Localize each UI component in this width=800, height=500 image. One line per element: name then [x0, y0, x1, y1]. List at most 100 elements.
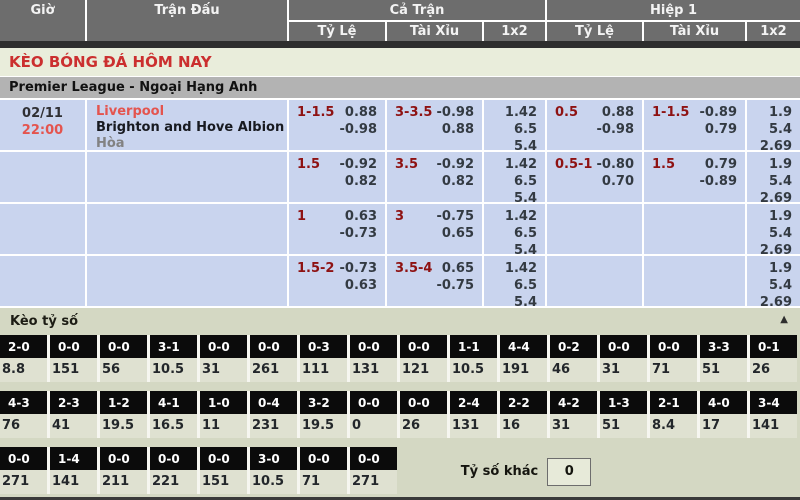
odds-value[interactable]: 2.69	[760, 294, 792, 306]
odds-value[interactable]: 0.88	[442, 121, 474, 138]
odds-value[interactable]: 1.42	[505, 156, 537, 173]
score-odds[interactable]: 71	[300, 470, 347, 494]
score-odds[interactable]: 31	[600, 358, 647, 382]
ft-1x2-cell[interactable]: 1.42 6.5 5.4	[484, 204, 545, 254]
odds-value[interactable]: 1.9	[769, 208, 792, 225]
score-label[interactable]: 1-0	[200, 391, 247, 414]
odds-value[interactable]: 6.5	[514, 173, 537, 190]
score-cell[interactable]: 4-3 76	[0, 391, 47, 438]
score-label[interactable]: 0-0	[200, 447, 247, 470]
score-odds[interactable]: 19.5	[300, 414, 347, 438]
score-label[interactable]: 3-2	[300, 391, 347, 414]
odds-value[interactable]: 0.65	[442, 260, 474, 277]
score-cell[interactable]: 0-2 46	[550, 335, 597, 382]
score-odds[interactable]: 16.5	[150, 414, 197, 438]
odds-value[interactable]: -0.75	[437, 208, 474, 225]
score-odds[interactable]: 131	[450, 414, 497, 438]
odds-value[interactable]: 5.4	[769, 173, 792, 190]
score-label[interactable]: 0-0	[650, 335, 697, 358]
odds-value[interactable]: 1.42	[505, 260, 537, 277]
score-odds[interactable]: 17	[700, 414, 747, 438]
score-cell[interactable]: 0-0 31	[600, 335, 647, 382]
score-label[interactable]: 3-3	[700, 335, 747, 358]
score-cell[interactable]: 0-0 131	[350, 335, 397, 382]
odds-value[interactable]: 1.9	[769, 260, 792, 277]
ft-handicap-cell[interactable]: 1.5 -0.92 0.82	[289, 152, 385, 202]
h1-1x2-cell[interactable]: 1.9 5.4 2.69	[747, 100, 800, 150]
odds-value[interactable]: 2.69	[760, 138, 792, 150]
score-cell[interactable]: 1-1 10.5	[450, 335, 497, 382]
score-label[interactable]: 1-2	[100, 391, 147, 414]
other-score-odds-box[interactable]: 0	[547, 458, 591, 486]
score-odds[interactable]: 10.5	[450, 358, 497, 382]
score-label[interactable]: 0-3	[300, 335, 347, 358]
odds-value[interactable]: -0.75	[437, 277, 474, 294]
score-label[interactable]: 2-1	[650, 391, 697, 414]
odds-value[interactable]: -0.92	[340, 156, 377, 173]
score-odds[interactable]: 111	[300, 358, 347, 382]
score-cell[interactable]: 3-3 51	[700, 335, 747, 382]
score-cell[interactable]: 4-2 31	[550, 391, 597, 438]
score-label[interactable]: 2-3	[50, 391, 97, 414]
h1-over-under-cell[interactable]: 1.5 0.79 -0.89	[644, 152, 745, 202]
odds-value[interactable]: -0.89	[700, 173, 737, 190]
score-cell[interactable]: 0-0 71	[650, 335, 697, 382]
score-cell[interactable]: 0-0 121	[400, 335, 447, 382]
odds-value[interactable]: 1.9	[769, 156, 792, 173]
score-label[interactable]: 0-0	[100, 447, 147, 470]
score-odds[interactable]: 10.5	[250, 470, 297, 494]
score-label[interactable]: 4-1	[150, 391, 197, 414]
collapse-icon[interactable]: ▲	[780, 314, 788, 325]
score-label[interactable]: 0-1	[750, 335, 797, 358]
odds-value[interactable]: 2.69	[760, 190, 792, 202]
h1-handicap-cell[interactable]: 0.5-1 -0.80 0.70	[547, 152, 642, 202]
score-cell[interactable]: 2-1 8.4	[650, 391, 697, 438]
odds-value[interactable]: 5.4	[514, 294, 537, 306]
score-cell[interactable]: 0-0 271	[0, 447, 47, 494]
score-cell[interactable]: 0-0 211	[100, 447, 147, 494]
score-label[interactable]: 1-3	[600, 391, 647, 414]
h1-1x2-cell[interactable]: 1.9 5.4 2.69	[747, 256, 800, 306]
h1-handicap-cell[interactable]: 0.5 0.88 -0.98	[547, 100, 642, 150]
odds-value[interactable]: 0.63	[345, 277, 377, 294]
score-odds[interactable]: 71	[650, 358, 697, 382]
score-odds[interactable]: 231	[250, 414, 297, 438]
score-odds[interactable]: 76	[0, 414, 47, 438]
odds-value[interactable]: 6.5	[514, 225, 537, 242]
odds-value[interactable]: 0.88	[345, 104, 377, 121]
score-label[interactable]: 0-2	[550, 335, 597, 358]
score-cell[interactable]: 1-2 19.5	[100, 391, 147, 438]
score-cell[interactable]: 0-0 221	[150, 447, 197, 494]
score-cell[interactable]: 0-0 71	[300, 447, 347, 494]
score-cell[interactable]: 0-4 231	[250, 391, 297, 438]
odds-value[interactable]: -0.98	[437, 104, 474, 121]
score-odds[interactable]: 151	[200, 470, 247, 494]
odds-value[interactable]: -0.80	[597, 156, 634, 173]
score-cell[interactable]: 1-4 141	[50, 447, 97, 494]
odds-value[interactable]: 0.65	[442, 225, 474, 242]
score-odds[interactable]: 151	[50, 358, 97, 382]
score-cell[interactable]: 4-1 16.5	[150, 391, 197, 438]
score-cell[interactable]: 0-0 261	[250, 335, 297, 382]
score-odds[interactable]: 131	[350, 358, 397, 382]
score-odds[interactable]: 8.8	[0, 358, 47, 382]
score-odds[interactable]: 16	[500, 414, 547, 438]
odds-value[interactable]: 1.42	[505, 104, 537, 121]
odds-value[interactable]: 0.79	[705, 121, 737, 138]
score-cell[interactable]: 1-3 51	[600, 391, 647, 438]
odds-value[interactable]: 0.82	[345, 173, 377, 190]
ft-over-under-cell[interactable]: 3.5-4 0.65 -0.75	[387, 256, 482, 306]
score-label[interactable]: 0-0	[250, 335, 297, 358]
score-cell[interactable]: 0-0 0	[350, 391, 397, 438]
ft-1x2-cell[interactable]: 1.42 6.5 5.4	[484, 256, 545, 306]
ft-over-under-cell[interactable]: 3-3.5 -0.98 0.88	[387, 100, 482, 150]
ft-over-under-cell[interactable]: 3.5 -0.92 0.82	[387, 152, 482, 202]
score-odds[interactable]: 271	[0, 470, 47, 494]
odds-value[interactable]: 6.5	[514, 121, 537, 138]
score-cell[interactable]: 2-4 131	[450, 391, 497, 438]
score-label[interactable]: 2-0	[0, 335, 47, 358]
score-cell[interactable]: 0-3 111	[300, 335, 347, 382]
score-odds[interactable]: 31	[550, 414, 597, 438]
score-odds[interactable]: 46	[550, 358, 597, 382]
score-odds[interactable]: 141	[750, 414, 797, 438]
